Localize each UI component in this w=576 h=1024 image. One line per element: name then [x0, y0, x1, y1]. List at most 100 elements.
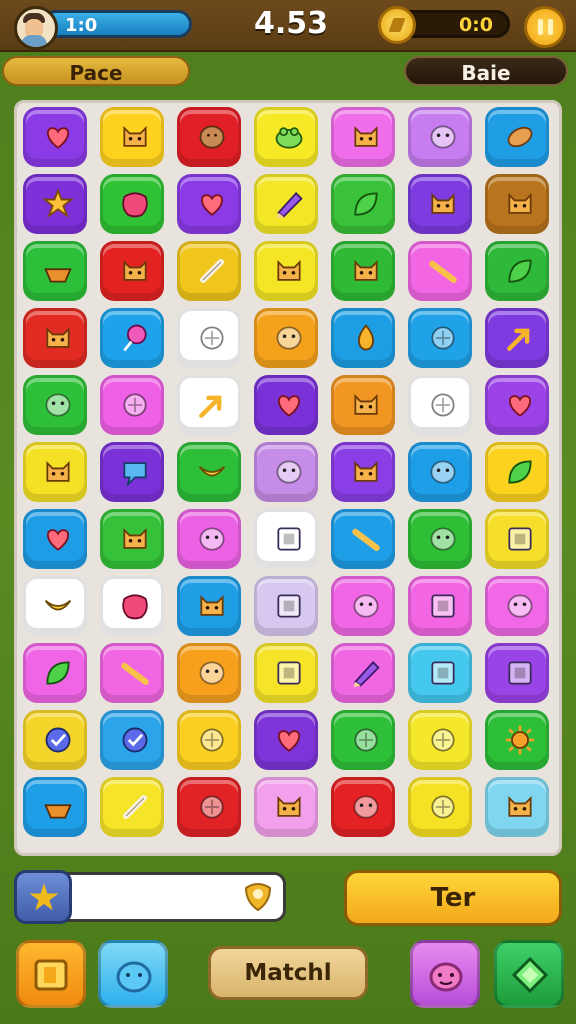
- leaf-icon: [46, 661, 70, 685]
- board-tile[interactable]: [331, 710, 395, 770]
- board-tile[interactable]: [100, 442, 164, 502]
- board-tile[interactable]: [177, 710, 241, 770]
- blob-icon: [430, 125, 456, 149]
- board-tile[interactable]: [100, 509, 164, 569]
- board-tile[interactable]: [254, 174, 318, 234]
- board-tile[interactable]: [331, 375, 395, 435]
- board-tile[interactable]: [254, 576, 318, 636]
- board-tile[interactable]: [100, 308, 164, 368]
- board-tile[interactable]: [485, 308, 549, 368]
- board-tile[interactable]: [23, 643, 87, 703]
- board-tile[interactable]: [408, 509, 472, 569]
- board-tile[interactable]: [177, 442, 241, 502]
- board-tile[interactable]: [254, 509, 318, 569]
- board-tile[interactable]: [331, 643, 395, 703]
- board-tile[interactable]: [485, 643, 549, 703]
- match-button[interactable]: Matchl: [208, 946, 368, 1000]
- board-tile[interactable]: [23, 107, 87, 167]
- board-tile[interactable]: [408, 375, 472, 435]
- board-tile[interactable]: [485, 509, 549, 569]
- board-tile[interactable]: [254, 710, 318, 770]
- bread-icon: [507, 126, 533, 148]
- board-tile[interactable]: [177, 509, 241, 569]
- board-tile[interactable]: [254, 643, 318, 703]
- board-tile[interactable]: [408, 777, 472, 837]
- level-bar: 1:0: [42, 10, 192, 38]
- left-action-button[interactable]: [16, 940, 86, 1008]
- board-tile[interactable]: [331, 308, 395, 368]
- pink-monster-button[interactable]: [410, 940, 480, 1008]
- board-tile[interactable]: [254, 777, 318, 837]
- board-tile[interactable]: [23, 174, 87, 234]
- board-tile[interactable]: [177, 576, 241, 636]
- board-tile[interactable]: [100, 174, 164, 234]
- board-tile[interactable]: [177, 174, 241, 234]
- ter-button[interactable]: Ter: [344, 870, 562, 926]
- board-tile[interactable]: [23, 308, 87, 368]
- sponge-icon: [122, 192, 148, 218]
- blob-button[interactable]: [98, 940, 168, 1008]
- board-tile[interactable]: [177, 107, 241, 167]
- board-tile[interactable]: [177, 241, 241, 301]
- board-tile[interactable]: [177, 308, 241, 368]
- board-tile[interactable]: [23, 442, 87, 502]
- board-tile[interactable]: [408, 174, 472, 234]
- gem-icon: [511, 956, 549, 994]
- board-tile[interactable]: [100, 777, 164, 837]
- search-icon[interactable]: [240, 878, 276, 914]
- left-pill-button[interactable]: Pace: [2, 56, 190, 86]
- banana-icon: [198, 465, 226, 477]
- board-tile[interactable]: [331, 509, 395, 569]
- blob-icon: [430, 527, 456, 551]
- board-tile[interactable]: [100, 375, 164, 435]
- green-gem-button[interactable]: [494, 940, 564, 1008]
- board-tile[interactable]: [331, 442, 395, 502]
- board-tile[interactable]: [23, 576, 87, 636]
- board-tile[interactable]: [177, 777, 241, 837]
- board-tile[interactable]: [254, 442, 318, 502]
- ball-icon: [431, 393, 455, 417]
- board-tile[interactable]: [485, 442, 549, 502]
- board-tile[interactable]: [485, 710, 549, 770]
- board-tile[interactable]: [408, 241, 472, 301]
- board-tile[interactable]: [254, 375, 318, 435]
- board-tile[interactable]: [485, 174, 549, 234]
- board-tile[interactable]: [177, 375, 241, 435]
- board-tile[interactable]: [408, 308, 472, 368]
- board-tile[interactable]: [23, 509, 87, 569]
- board-tile[interactable]: [23, 241, 87, 301]
- board-tile[interactable]: [408, 576, 472, 636]
- board-tile[interactable]: [23, 375, 87, 435]
- powerup-star-button[interactable]: [14, 870, 72, 924]
- board-tile[interactable]: [331, 174, 395, 234]
- board-tile[interactable]: [100, 576, 164, 636]
- board-tile[interactable]: [485, 241, 549, 301]
- board-tile[interactable]: [331, 576, 395, 636]
- board-tile[interactable]: [100, 241, 164, 301]
- board-tile[interactable]: [331, 777, 395, 837]
- board-tile[interactable]: [408, 442, 472, 502]
- pause-button[interactable]: [524, 6, 566, 48]
- right-pill-button[interactable]: Baie: [404, 56, 568, 86]
- board-tile[interactable]: [177, 643, 241, 703]
- board-tile[interactable]: [485, 375, 549, 435]
- leaf-icon: [354, 192, 378, 216]
- board-tile[interactable]: [408, 643, 472, 703]
- player-avatar[interactable]: [14, 6, 58, 50]
- board-tile[interactable]: [408, 107, 472, 167]
- board-tile[interactable]: [331, 107, 395, 167]
- board-tile[interactable]: [254, 107, 318, 167]
- board-tile[interactable]: [485, 777, 549, 837]
- board-tile[interactable]: [485, 107, 549, 167]
- board-tile[interactable]: [331, 241, 395, 301]
- board-tile[interactable]: [23, 777, 87, 837]
- board-tile[interactable]: [100, 710, 164, 770]
- board-tile[interactable]: [485, 576, 549, 636]
- board-tile[interactable]: [23, 710, 87, 770]
- board-tile[interactable]: [100, 107, 164, 167]
- board-tile[interactable]: [254, 241, 318, 301]
- board-tile[interactable]: [254, 308, 318, 368]
- board-tile[interactable]: [100, 643, 164, 703]
- board-tile[interactable]: [408, 710, 472, 770]
- blob-icon: [507, 594, 533, 618]
